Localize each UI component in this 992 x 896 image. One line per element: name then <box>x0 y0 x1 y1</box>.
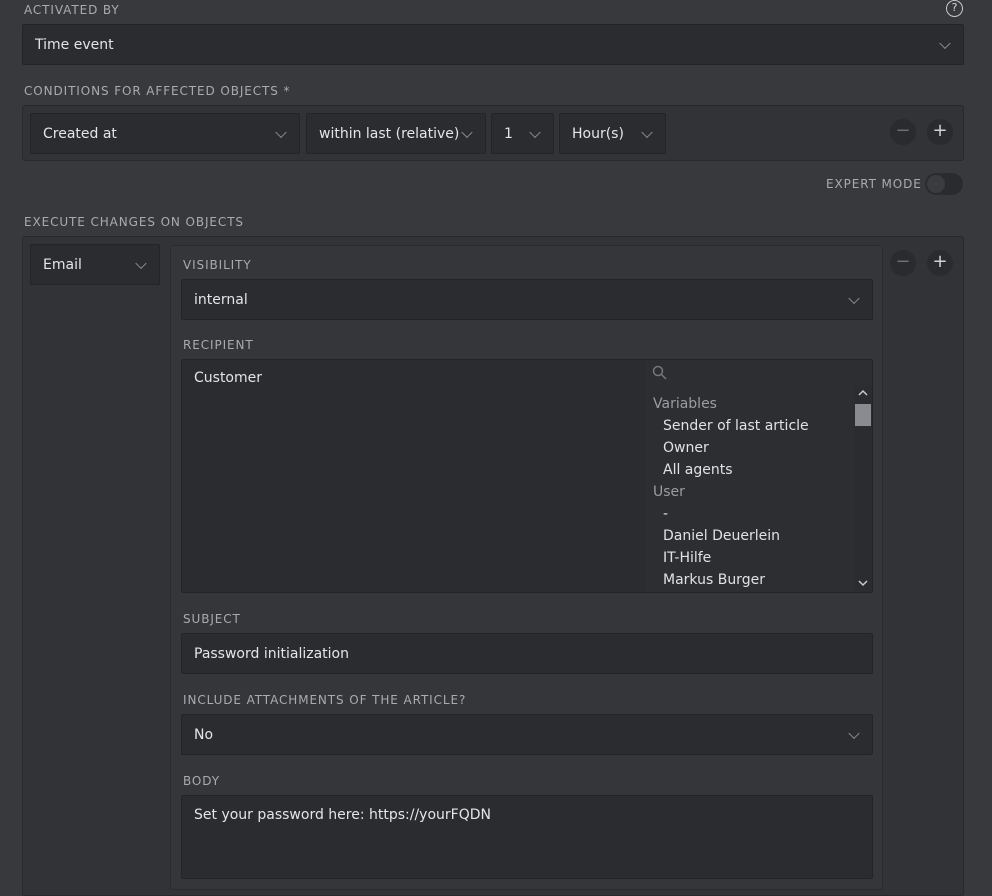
activated-by-select[interactable]: Time event <box>22 24 964 65</box>
condition-unit-value: Hour(s) <box>572 125 624 142</box>
group-user: User <box>653 484 685 500</box>
chevron-down-icon <box>135 257 147 269</box>
option-all-agents[interactable]: All agents <box>663 462 733 478</box>
option-sender-of-last-article[interactable]: Sender of last article <box>663 418 809 434</box>
expert-mode-label: EXPERT MODE <box>826 177 922 191</box>
expert-mode-toggle[interactable] <box>925 173 963 195</box>
recipient-scrollbar[interactable] <box>854 386 872 592</box>
condition-unit-select[interactable]: Hour(s) <box>559 113 666 154</box>
condition-operator-value: within last (relative) <box>319 125 460 142</box>
chevron-down-icon <box>641 126 653 138</box>
recipient-selected-value[interactable]: Customer <box>194 370 262 386</box>
chevron-down-icon <box>529 126 541 138</box>
body-value: Set your password here: https://yourFQDN <box>194 807 491 823</box>
option-dash[interactable]: - <box>663 506 668 522</box>
scroll-down-icon[interactable] <box>858 579 868 587</box>
scrollbar-thumb[interactable] <box>855 404 871 426</box>
toggle-knob <box>927 175 945 193</box>
condition-attribute-select[interactable]: Created at <box>30 113 300 154</box>
attachments-label: INCLUDE ATTACHMENTS OF THE ARTICLE? <box>183 693 467 707</box>
recipient-options: Variables Sender of last article Owner A… <box>645 360 855 592</box>
chevron-down-icon <box>939 37 951 49</box>
condition-amount-value: 1 <box>504 125 513 142</box>
add-condition-button[interactable]: + <box>927 119 953 145</box>
action-select[interactable]: Email <box>30 244 160 285</box>
condition-amount-select[interactable]: 1 <box>491 113 554 154</box>
add-action-button[interactable]: + <box>927 250 953 276</box>
subject-input[interactable]: Password initialization <box>181 633 873 674</box>
group-variables: Variables <box>653 396 717 412</box>
scroll-up-icon[interactable] <box>858 389 868 397</box>
chevron-down-icon <box>848 727 860 739</box>
attachments-select[interactable]: No <box>181 714 873 755</box>
option-it-hilfe[interactable]: IT-Hilfe <box>663 550 711 566</box>
chevron-down-icon <box>275 126 287 138</box>
body-editor[interactable]: Set your password here: https://yourFQDN <box>181 795 873 879</box>
subject-label: SUBJECT <box>183 612 241 626</box>
remove-condition-button[interactable]: − <box>890 119 916 145</box>
activated-by-label: ACTIVATED BY <box>24 3 120 17</box>
condition-operator-select[interactable]: within last (relative) <box>306 113 486 154</box>
attachments-value: No <box>194 726 214 743</box>
remove-action-button[interactable]: − <box>890 250 916 276</box>
action-value: Email <box>43 256 82 273</box>
body-label: BODY <box>183 774 220 788</box>
execute-label: EXECUTE CHANGES ON OBJECTS <box>24 215 244 229</box>
option-markus-burger[interactable]: Markus Burger <box>663 572 765 588</box>
condition-attribute-value: Created at <box>43 125 117 142</box>
visibility-value: internal <box>194 291 248 308</box>
option-owner[interactable]: Owner <box>663 440 709 456</box>
option-daniel-deuerlein[interactable]: Daniel Deuerlein <box>663 528 780 544</box>
subject-value: Password initialization <box>194 645 349 662</box>
chevron-down-icon <box>848 292 860 304</box>
help-icon[interactable]: ? <box>946 0 963 17</box>
conditions-label: CONDITIONS FOR AFFECTED OBJECTS * <box>24 84 291 98</box>
recipient-label: RECIPIENT <box>183 338 254 352</box>
visibility-select[interactable]: internal <box>181 279 873 320</box>
activated-by-value: Time event <box>35 36 114 53</box>
chevron-down-icon <box>461 126 473 138</box>
visibility-label: VISIBILITY <box>183 258 252 272</box>
recipient-picker: Variables Sender of last article Owner A… <box>645 360 872 592</box>
